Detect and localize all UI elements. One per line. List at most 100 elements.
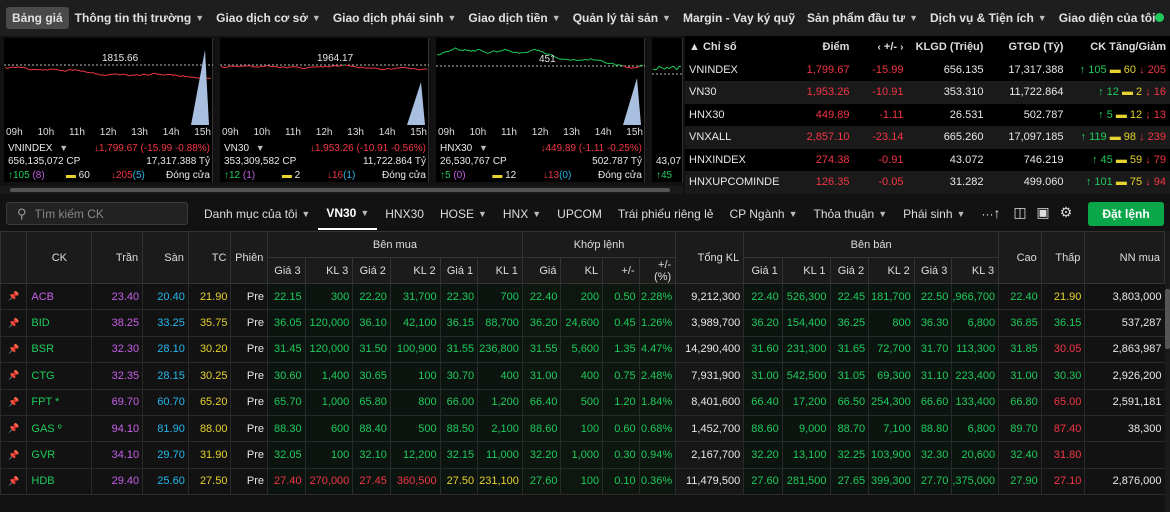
buy-col-header[interactable]: Giá 2: [352, 257, 391, 284]
ceiling-header[interactable]: Trần: [91, 231, 144, 284]
buy-col-header[interactable]: KL 2: [389, 257, 441, 284]
buy-price[interactable]: 88.40: [352, 415, 391, 443]
table-row[interactable]: 📌 GVR 34.10 29.70 31.90 Pre 32.05 100 32.10 12,20…: [0, 441, 1165, 469]
pin-icon[interactable]: 📌: [0, 362, 27, 390]
match-col-header[interactable]: +/- (%): [638, 257, 677, 284]
match-col-header[interactable]: +/-: [602, 257, 640, 284]
low-header[interactable]: Thấp: [1040, 231, 1086, 284]
index-row[interactable]: HNXUPCOMINDE 126.35 -0.05 31.282 499.060…: [685, 171, 1170, 194]
nav-item-2[interactable]: Giao dịch cơ sở ▼: [210, 7, 327, 29]
nav-item-8[interactable]: Dịch vụ & Tiện ích ▼: [924, 7, 1053, 29]
sell-col-header[interactable]: KL 1: [781, 257, 831, 284]
sell-price[interactable]: 36.30: [913, 309, 952, 337]
buy-price[interactable]: 66.00: [439, 389, 478, 416]
index-point-header[interactable]: Điểm: [783, 36, 853, 59]
sell-price[interactable]: 31.00: [743, 362, 783, 390]
buy-price[interactable]: 32.05: [267, 441, 306, 469]
index-change-header[interactable]: ‹ +/- ›: [853, 36, 907, 59]
buy-price[interactable]: 31.50: [352, 336, 391, 364]
table-row[interactable]: 📌 BID 38.25 33.25 35.75 Pre 36.05 120,000 36.10 4…: [0, 309, 1165, 337]
match-col-header[interactable]: KL: [560, 257, 604, 284]
tab-6[interactable]: Trái phiếu riêng lẻ: [610, 198, 722, 230]
table-row[interactable]: 📌 FPT * 69.70 60.70 65.20 Pre 65.70 1,000 65.80 8…: [0, 389, 1165, 416]
match-col-header[interactable]: Giá: [521, 257, 562, 284]
sell-col-header[interactable]: KL 2: [868, 257, 915, 284]
nav-item-1[interactable]: Thông tin thị trường ▼: [69, 7, 210, 29]
index-gtgd-header[interactable]: GTGD (Tỷ): [987, 36, 1067, 59]
sell-price[interactable]: 31.10: [913, 362, 952, 390]
tab-8[interactable]: Thỏa thuận ▼: [806, 198, 896, 230]
buy-price[interactable]: 27.40: [267, 468, 306, 496]
tab-3[interactable]: HOSE ▼: [432, 198, 495, 230]
nav-item-7[interactable]: Sản phẩm đầu tư ▼: [801, 7, 924, 29]
board-vertical-scrollbar[interactable]: [1165, 231, 1170, 512]
sell-col-header[interactable]: Giá 2: [829, 257, 870, 284]
nav-item-6[interactable]: Margin - Vay ký quỹ: [677, 7, 801, 29]
index-name-header[interactable]: ▲ Chỉ số: [685, 36, 783, 59]
buy-price[interactable]: 22.15: [267, 283, 306, 311]
sell-price[interactable]: 88.60: [743, 415, 783, 443]
tab-0[interactable]: Danh mục của tôi ▼: [196, 198, 318, 230]
pin-icon[interactable]: 📌: [0, 283, 27, 311]
symbol-search-input[interactable]: [34, 206, 175, 221]
table-row[interactable]: 📌 ACB 23.40 20.40 21.90 Pre 22.15 300 22.20 31,70…: [0, 283, 1165, 311]
index-row[interactable]: VN30 1,953.26 -10.91 353.310 11,722.864 …: [685, 81, 1170, 104]
mini-chart-0[interactable]: 1815.66 09h 10h 11h 12h 13h 14h 15h VNINDEX ▼ ↓1,…: [4, 38, 213, 182]
buy-price[interactable]: 36.15: [439, 309, 478, 337]
buy-col-header[interactable]: Giá 3: [267, 257, 306, 284]
buy-price[interactable]: 88.50: [439, 415, 478, 443]
foreign-buy-header[interactable]: NN mua: [1084, 231, 1165, 284]
tab-2[interactable]: HNX30: [377, 198, 432, 230]
buy-price[interactable]: 22.20: [352, 283, 391, 311]
index-row[interactable]: VNXALL 2,857.10 -23.14 665.260 17,097.18…: [685, 126, 1170, 149]
symbol[interactable]: GAS º: [26, 415, 92, 443]
tab-7[interactable]: CP Ngành ▼: [721, 198, 805, 230]
excel-icon[interactable]: ▣: [1036, 204, 1050, 221]
index-ck-header[interactable]: CK Tăng/Giảm: [1067, 36, 1170, 59]
sell-price[interactable]: 36.25: [829, 309, 869, 337]
index-row[interactable]: HNXINDEX 274.38 -0.91 43.072 746.219 ↑ 4…: [685, 149, 1170, 172]
index-row[interactable]: HNX30 449.89 -1.11 26.531 502.787 ↑ 5 ▬ …: [685, 104, 1170, 127]
buy-price[interactable]: 30.70: [439, 362, 478, 390]
chevron-down-icon[interactable]: ▼: [479, 143, 488, 153]
sell-price[interactable]: 32.20: [743, 441, 783, 469]
symbol[interactable]: BSR: [26, 336, 92, 364]
chevron-down-icon[interactable]: ▼: [256, 143, 265, 153]
total-volume-header[interactable]: Tổng KL: [675, 231, 745, 284]
sell-col-header[interactable]: KL 3: [951, 257, 1000, 284]
buy-price[interactable]: 27.45: [352, 468, 391, 496]
place-order-button[interactable]: Đặt lệnh: [1088, 202, 1164, 226]
tab-4[interactable]: HNX ▼: [495, 198, 549, 230]
chevron-down-icon[interactable]: ▼: [59, 143, 68, 153]
pin-icon[interactable]: 📌: [0, 441, 27, 469]
sell-col-header[interactable]: Giá 1: [743, 257, 783, 284]
buy-price[interactable]: 65.80: [352, 389, 391, 416]
reference-header[interactable]: TC: [187, 231, 232, 284]
sell-price[interactable]: 31.60: [743, 336, 783, 364]
sell-price[interactable]: 31.70: [913, 336, 952, 364]
index-row[interactable]: VNINDEX 1,799.67 -15.99 656.135 17,317.3…: [685, 59, 1170, 82]
symbol[interactable]: ACB: [26, 283, 92, 311]
sell-price[interactable]: 32.25: [829, 441, 869, 469]
floor-header[interactable]: Sàn: [142, 231, 189, 284]
nav-item-9[interactable]: Giao diện của tôi: [1053, 7, 1162, 29]
buy-price[interactable]: 31.55: [439, 336, 478, 364]
buy-price[interactable]: 30.65: [352, 362, 391, 390]
nav-item-3[interactable]: Giao dịch phái sinh ▼: [327, 7, 463, 29]
pin-icon[interactable]: 📌: [0, 389, 27, 416]
sell-price[interactable]: 22.45: [829, 283, 869, 311]
buy-price[interactable]: 27.50: [439, 468, 478, 496]
sell-price[interactable]: 32.30: [913, 441, 952, 469]
symbol[interactable]: GVR: [26, 441, 92, 469]
sell-price[interactable]: 31.65: [829, 336, 869, 364]
nav-item-4[interactable]: Giao dịch tiền ▼: [462, 7, 566, 29]
sell-price[interactable]: 27.65: [829, 468, 869, 496]
buy-price[interactable]: 65.70: [267, 389, 306, 416]
index-klgd-header[interactable]: KLGD (Triệu): [907, 36, 987, 59]
sell-price[interactable]: 36.20: [743, 309, 783, 337]
session-header[interactable]: Phiên: [230, 231, 269, 284]
high-header[interactable]: Cao: [998, 231, 1042, 284]
symbol[interactable]: FPT *: [26, 389, 92, 416]
sell-price[interactable]: 88.70: [829, 415, 869, 443]
pin-icon[interactable]: 📌: [0, 336, 27, 364]
